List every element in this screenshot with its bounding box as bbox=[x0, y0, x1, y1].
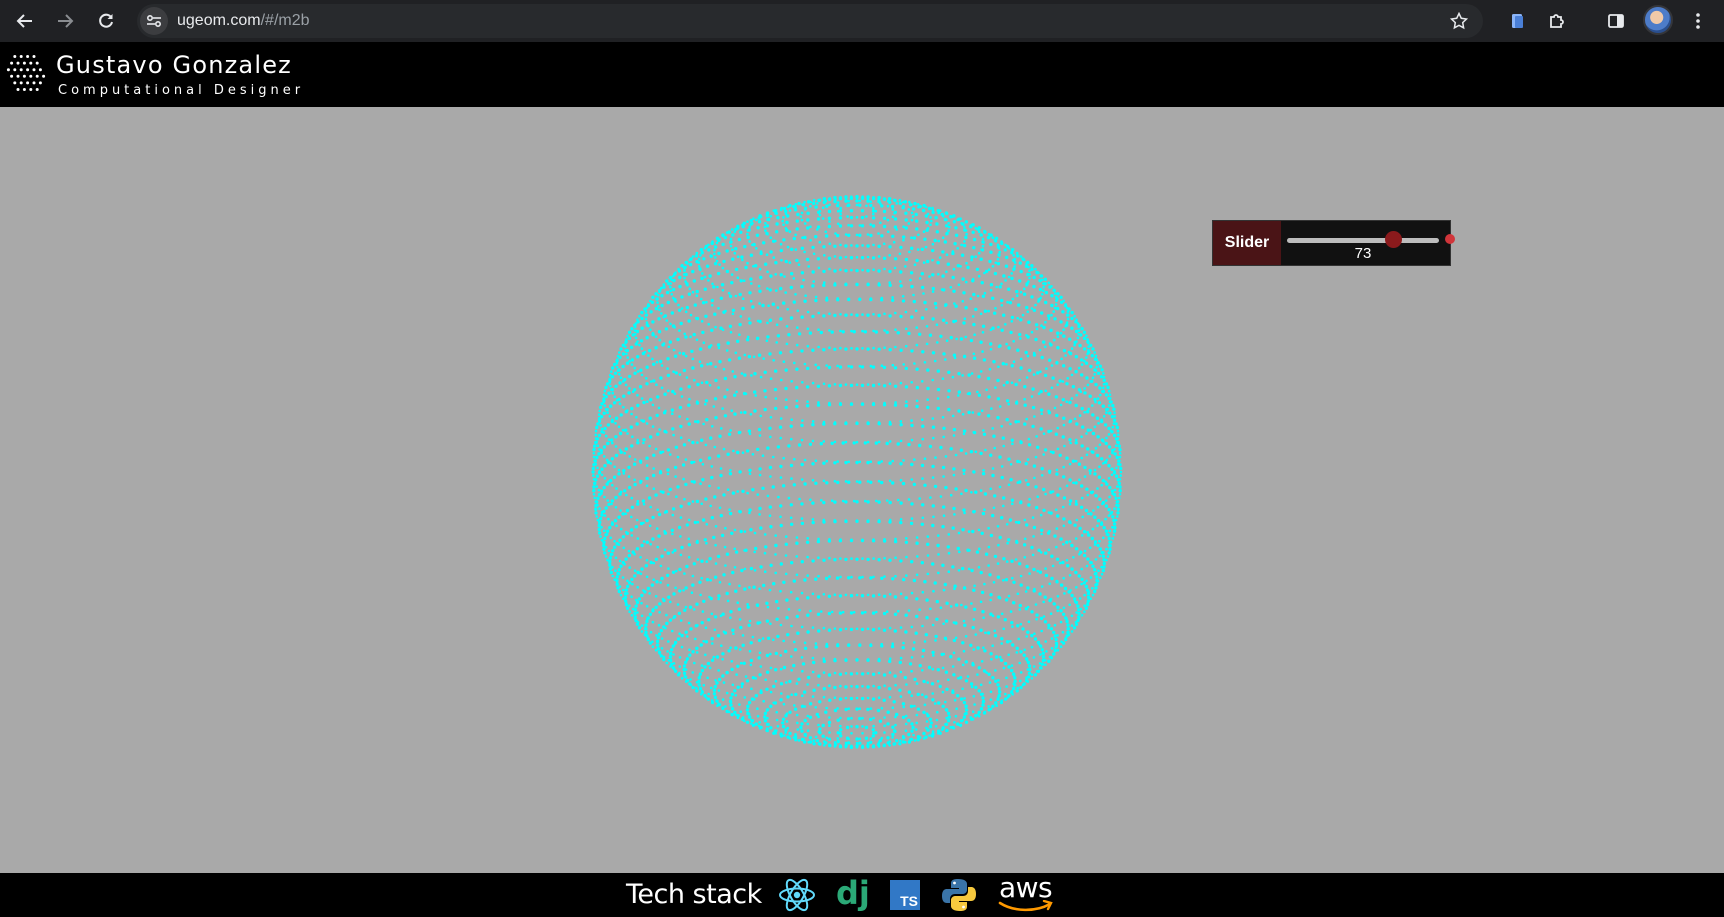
extension-button[interactable] bbox=[1502, 5, 1534, 37]
forward-button[interactable] bbox=[49, 5, 81, 37]
point-cloud-sphere bbox=[591, 195, 1123, 749]
typescript-icon: TS bbox=[890, 873, 920, 917]
star-icon bbox=[1450, 12, 1468, 30]
react-icon bbox=[777, 873, 817, 917]
slider-label: Slider bbox=[1213, 221, 1281, 265]
menu-button[interactable] bbox=[1682, 5, 1714, 37]
document-extension-icon bbox=[1512, 14, 1523, 28]
site-name[interactable]: Gustavo Gonzalez bbox=[56, 51, 292, 79]
3d-viewport[interactable] bbox=[0, 107, 1724, 873]
typescript-text: TS bbox=[900, 893, 918, 909]
aws-icon: aws bbox=[997, 871, 1055, 917]
site-role: Computational Designer bbox=[58, 83, 305, 98]
profile-avatar[interactable] bbox=[1643, 5, 1673, 35]
url-host: ugeom.com bbox=[177, 12, 261, 29]
tune-icon bbox=[146, 14, 162, 28]
tech-stack-title: Tech stack bbox=[626, 879, 762, 910]
slider-value: 73 bbox=[1354, 245, 1372, 262]
django-icon: dj bbox=[836, 873, 870, 917]
reload-button[interactable] bbox=[90, 5, 122, 37]
address-bar[interactable]: ugeom.com/#/m2b bbox=[137, 4, 1483, 38]
arrow-left-icon bbox=[16, 14, 32, 28]
url-path: /#/m2b bbox=[260, 12, 310, 29]
arrow-right-icon bbox=[58, 14, 74, 28]
slider-control: Slider 73 bbox=[1212, 220, 1455, 266]
browser-toolbar: ugeom.com/#/m2b bbox=[0, 0, 1724, 42]
extensions-button[interactable] bbox=[1541, 5, 1573, 37]
side-panel-icon bbox=[1608, 14, 1624, 28]
python-icon bbox=[941, 873, 977, 917]
more-vertical-icon bbox=[1696, 13, 1700, 29]
dotted-sphere-logo-icon[interactable] bbox=[4, 51, 48, 95]
side-panel-button[interactable] bbox=[1600, 5, 1632, 37]
puzzle-icon bbox=[1550, 14, 1564, 28]
reload-icon bbox=[99, 13, 113, 28]
django-text: dj bbox=[836, 874, 870, 912]
back-button[interactable] bbox=[9, 5, 41, 37]
site-info-button[interactable] bbox=[140, 7, 168, 35]
site-header: Gustavo Gonzalez Computational Designer bbox=[0, 42, 1724, 107]
slider-end-dot[interactable] bbox=[1445, 234, 1455, 244]
footer: Tech stack dj TS aws bbox=[0, 871, 1724, 917]
bookmark-button[interactable] bbox=[1447, 9, 1471, 33]
url-text: ugeom.com/#/m2b bbox=[177, 12, 310, 30]
slider-track[interactable] bbox=[1287, 238, 1439, 243]
